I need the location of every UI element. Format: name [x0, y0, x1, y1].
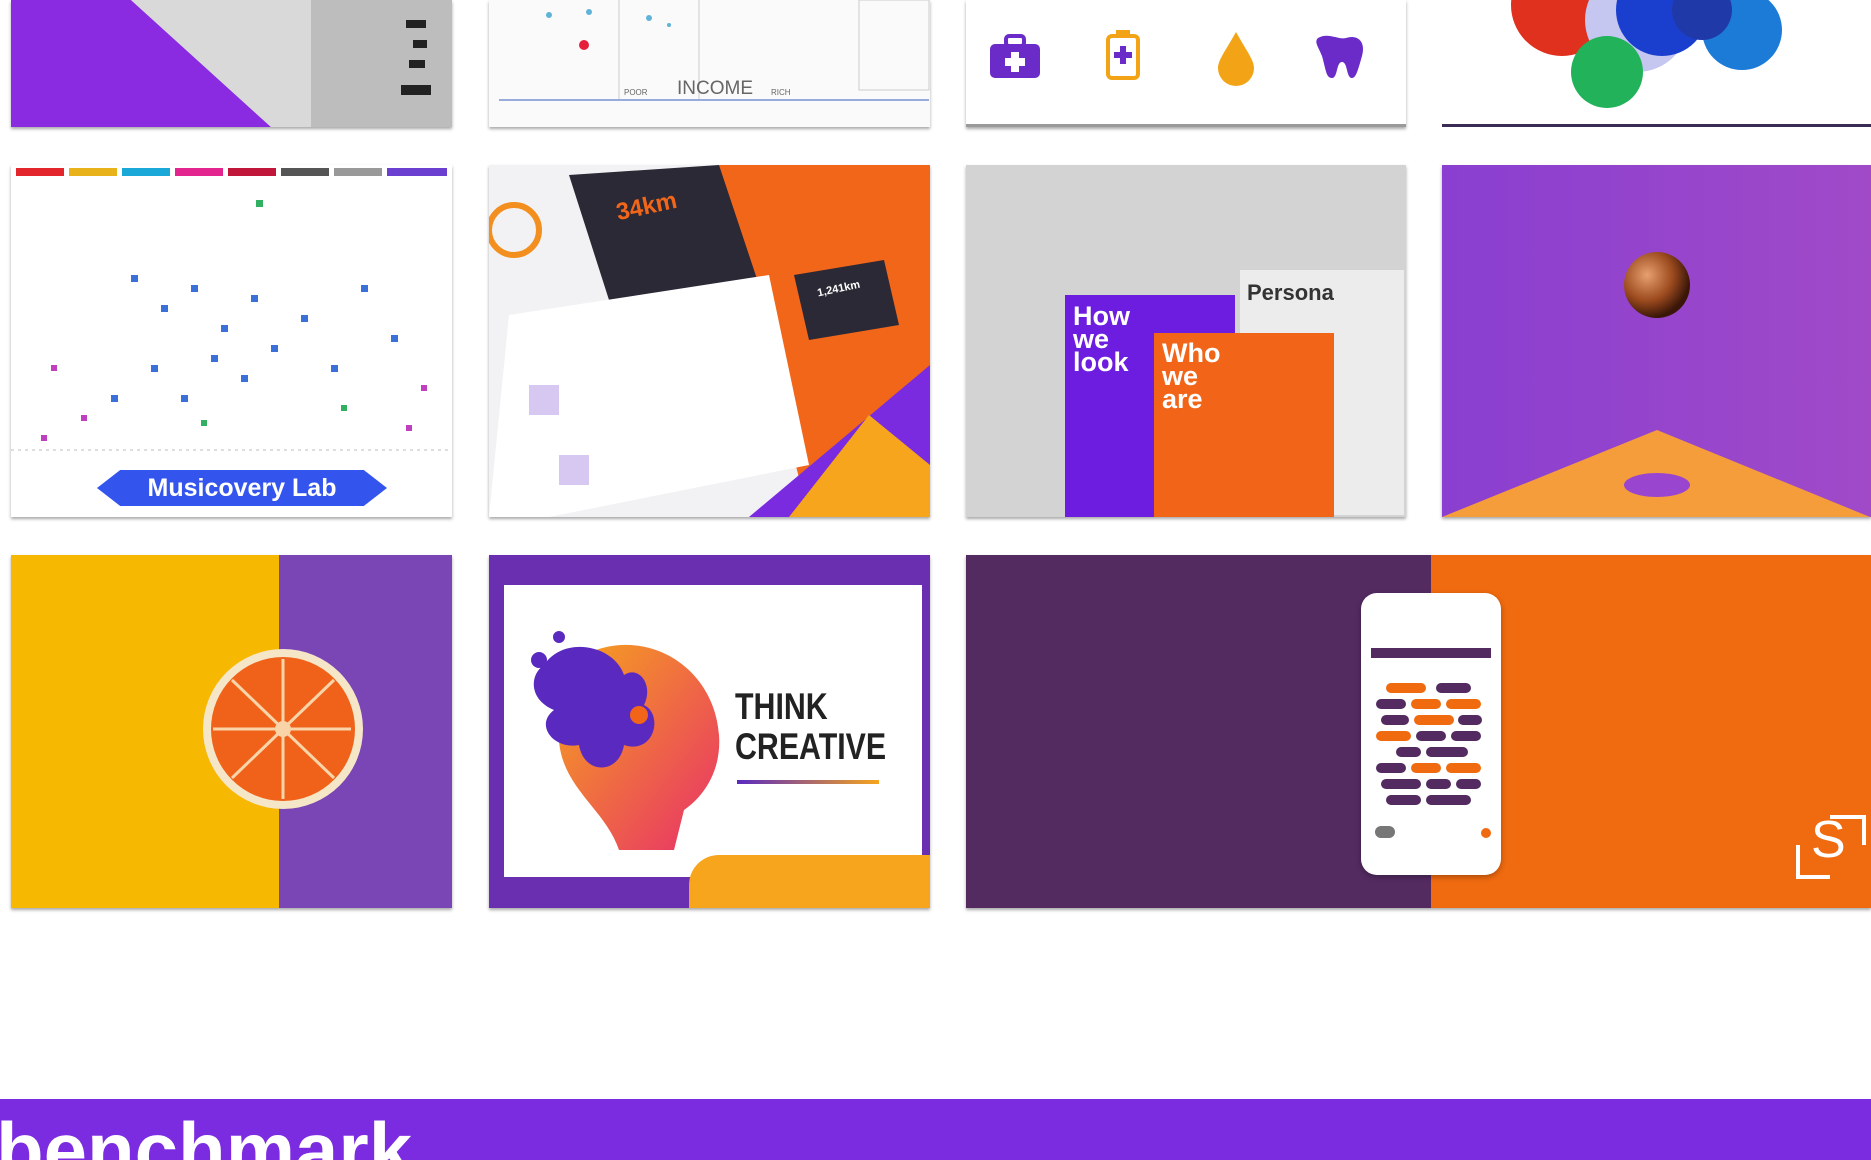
thumbnail-income-map[interactable]: INCOME POOR RICH: [489, 0, 930, 127]
income-map-chart: [489, 0, 930, 127]
sphere-scene-illustration: [1442, 252, 1870, 517]
benchmark-title: benchmark: [0, 1106, 413, 1160]
thumbnail-musicovery[interactable]: Musicovery Lab: [11, 165, 452, 517]
phone-dot: [1481, 828, 1491, 838]
title-underline: [737, 780, 879, 784]
look-word: look: [1073, 347, 1129, 377]
fitness-dashboard-illustration: [489, 165, 930, 517]
income-axis-label: INCOME: [677, 78, 753, 99]
tooth-icon: [1316, 35, 1364, 78]
thumbnail-health-icons[interactable]: [966, 0, 1406, 127]
thumbnail-think-creative[interactable]: THINK CREATIVE: [489, 555, 930, 908]
thumbnail-sphere-scene[interactable]: [1442, 165, 1871, 517]
logo-letter: S: [1811, 811, 1846, 869]
tag-cloud: [1376, 683, 1482, 805]
packaging-illustration: [131, 0, 452, 127]
creative-word: CREATIVE: [735, 726, 887, 767]
persona-title: Persona: [1247, 280, 1334, 305]
grapefruit-slice: [203, 649, 363, 809]
health-icons: [990, 30, 1364, 86]
thumbnail-persona-booklets[interactable]: Persona How we look Who we are: [966, 165, 1406, 517]
phone-mockup: [1361, 593, 1501, 875]
think-creative-title: THINK CREATIVE: [735, 687, 886, 767]
bubble-network-illustration: [1511, 0, 1782, 108]
are-word: are: [1162, 384, 1203, 414]
thumbnail-packaging[interactable]: [11, 0, 452, 127]
drop-icon: [1218, 32, 1254, 86]
creative-head-illustration: [531, 631, 720, 850]
poor-label: POOR: [624, 88, 648, 97]
thumbnail-fitness-dashboard[interactable]: 34km 1,241km: [489, 165, 930, 517]
phone-avatar: [1375, 826, 1395, 838]
rich-label: RICH: [771, 88, 791, 97]
medicine-bottle-icon: [1106, 30, 1140, 80]
thumbnail-network-bubbles[interactable]: [1442, 0, 1871, 127]
think-word: THINK: [735, 686, 828, 727]
thumbnail-grapefruit[interactable]: [11, 555, 452, 908]
phone-tabbar: [1371, 648, 1491, 658]
thumbnail-app-mockup[interactable]: S: [966, 555, 1871, 908]
orange-shape: [689, 855, 930, 908]
first-aid-kit-icon: [990, 34, 1040, 78]
musicovery-lab-label: Musicovery Lab: [97, 470, 387, 506]
benchmark-banner: benchmark: [0, 1099, 1871, 1160]
musicovery-scatter: [11, 168, 452, 451]
